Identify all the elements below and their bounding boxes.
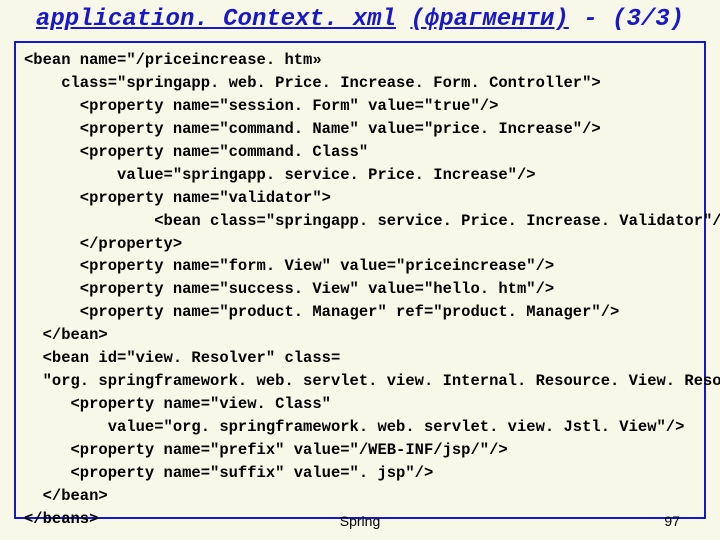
code-line: <property name="session. Form" value="tr… [24, 95, 696, 118]
page-number: 97 [664, 511, 680, 532]
title-filename: application. Context. xml [36, 6, 396, 33]
title-bar: application. Context. xml (фрагменти) - … [0, 0, 720, 37]
footer-title: Spring [340, 511, 380, 532]
code-line: <property name="product. Manager" ref="p… [24, 301, 696, 324]
code-line: <bean id="view. Resolver" class= [24, 347, 696, 370]
code-line: value="org. springframework. web. servle… [24, 416, 696, 439]
slide-title: application. Context. xml (фрагменти) - … [36, 6, 684, 33]
code-line: <property name="suffix" value=". jsp"/> [24, 462, 696, 485]
code-line: <property name="prefix" value="/WEB-INF/… [24, 439, 696, 462]
code-box: <bean name="/priceincrease. htm» class="… [14, 41, 706, 519]
code-line: </bean> [24, 485, 696, 508]
title-page: - (3/3) [583, 6, 684, 33]
code-line: value="springapp. service. Price. Increa… [24, 164, 696, 187]
code-line: <bean class="springapp. service. Price. … [24, 210, 696, 233]
code-line: <property name="form. View" value="price… [24, 255, 696, 278]
slide: application. Context. xml (фрагменти) - … [0, 0, 720, 540]
code-line: </bean> [24, 324, 696, 347]
code-line: class="springapp. web. Price. Increase. … [24, 72, 696, 95]
code-line: <property name="view. Class" [24, 393, 696, 416]
code-line: <property name="validator"> [24, 187, 696, 210]
code-line: "org. springframework. web. servlet. vie… [24, 370, 696, 393]
code-line: <property name="command. Name" value="pr… [24, 118, 696, 141]
code-line: <property name="success. View" value="he… [24, 278, 696, 301]
code-line: <bean name="/priceincrease. htm» [24, 49, 696, 72]
code-line: <property name="command. Class" [24, 141, 696, 164]
code-line: </property> [24, 233, 696, 256]
title-fragments: (фрагменти) [410, 6, 568, 33]
